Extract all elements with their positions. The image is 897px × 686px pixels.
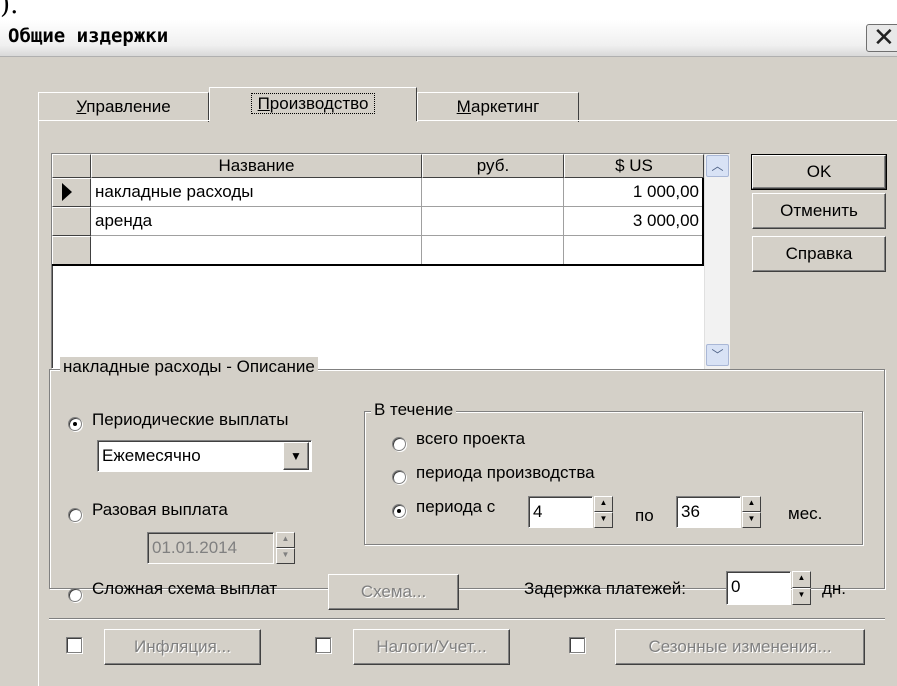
spin-up-icon[interactable]: ▲ [742, 496, 761, 512]
chevron-down-icon: ﹀ [711, 348, 724, 362]
whole-project-label: всего проекта [416, 429, 526, 448]
row-indicator[interactable] [52, 207, 91, 236]
inflation-button[interactable]: Инфляция... [104, 629, 261, 665]
grid-corner [52, 154, 91, 178]
period-from-spinner[interactable]: ▲ ▼ [594, 496, 613, 528]
period-from-value: 4 [533, 502, 543, 521]
complex-scheme-radio[interactable] [68, 588, 82, 602]
spin-up-icon[interactable]: ▲ [276, 532, 295, 548]
cancel-button[interactable]: Отменить [752, 193, 886, 229]
tab-production-mnemonic: П [257, 94, 270, 113]
inflation-checkbox[interactable] [66, 637, 82, 653]
description-legend: накладные расходы - Описание [60, 357, 318, 377]
current-row-arrow-icon [62, 183, 72, 201]
taxes-button[interactable]: Налоги/Учет... [353, 629, 510, 665]
tab-production-focus: Производство [250, 93, 376, 114]
triangle-down-icon: ▼ [290, 449, 302, 463]
during-legend: В течение [371, 400, 457, 420]
taxes-checkbox[interactable] [315, 637, 331, 653]
one-time-date-field[interactable]: 01.01.2014 [147, 532, 274, 564]
seasonal-changes-button[interactable]: Сезонные изменения... [615, 629, 865, 665]
grid-cell-name[interactable]: аренда [91, 207, 422, 236]
tab-marketing-mnemonic: М [456, 97, 472, 116]
row-indicator[interactable] [52, 178, 91, 207]
page-text-fragment: ). [0, 0, 19, 20]
column-header-rub[interactable]: руб. [422, 154, 564, 178]
payment-delay-value: 0 [731, 577, 741, 596]
dialog-window: Общие издержки ✕ Управление Производство… [0, 20, 897, 686]
period-to-value: 36 [681, 502, 700, 521]
production-period-radio[interactable] [392, 470, 406, 484]
spin-up-icon[interactable]: ▲ [792, 571, 811, 588]
scroll-up-button[interactable]: ︿ [706, 155, 729, 177]
scroll-down-button[interactable]: ﹀ [706, 344, 729, 366]
one-time-payment-label: Разовая выплата [92, 500, 228, 519]
close-button[interactable]: ✕ [866, 24, 897, 52]
spin-down-icon[interactable]: ▼ [594, 512, 613, 528]
grid-cell-name[interactable] [91, 236, 422, 265]
periodic-payments-label: Периодические выплаты [92, 410, 289, 429]
grid-cell-usd[interactable]: 3 000,00 [564, 207, 704, 236]
bottom-separator [49, 618, 885, 620]
help-button[interactable]: Справка [752, 236, 886, 272]
grid-cell-name[interactable]: накладные расходы [91, 178, 422, 207]
custom-period-label: периода с [416, 497, 496, 516]
period-to-spinner[interactable]: ▲ ▼ [742, 496, 761, 528]
tab-marketing[interactable]: Маркетинг [417, 92, 579, 122]
period-unit-label: мес. [788, 504, 823, 523]
spin-down-icon[interactable]: ▼ [742, 512, 761, 528]
grid-cell-usd[interactable] [564, 236, 704, 265]
close-icon: ✕ [873, 23, 895, 53]
seasonal-checkbox[interactable] [569, 637, 585, 653]
payment-delay-unit: дн. [822, 579, 847, 598]
payment-delay-field[interactable]: 0 [726, 571, 791, 605]
dialog-title: Общие издержки [8, 25, 169, 47]
title-bar[interactable]: Общие издержки ✕ [0, 20, 897, 57]
custom-period-radio[interactable] [392, 504, 406, 518]
grid-cell-rub[interactable] [422, 178, 564, 207]
period-to-label: по [635, 506, 654, 525]
frequency-select[interactable]: Ежемесячно [97, 440, 312, 472]
tab-management[interactable]: Управление [38, 92, 209, 122]
whole-project-radio[interactable] [392, 437, 406, 451]
tab-production-label: роизводство [269, 94, 369, 113]
spin-down-icon[interactable]: ▼ [792, 588, 811, 605]
payment-delay-spinner[interactable]: ▲ ▼ [792, 571, 811, 605]
period-to-field[interactable]: 36 [676, 496, 741, 528]
row-indicator[interactable] [52, 236, 91, 265]
one-time-date-spinner[interactable]: ▲ ▼ [276, 532, 295, 564]
grid-cell-rub[interactable] [422, 207, 564, 236]
payment-delay-label: Задержка платежей: [524, 579, 687, 598]
spin-up-icon[interactable]: ▲ [594, 496, 613, 512]
grid-rows-end-line [52, 264, 704, 266]
grid-vertical-scrollbar[interactable]: ︿ ﹀ [704, 154, 730, 369]
tab-management-label: правление [86, 97, 171, 116]
tab-production[interactable]: Производство [209, 87, 417, 121]
column-header-name[interactable]: Название [91, 154, 422, 178]
grid-cell-usd[interactable]: 1 000,00 [564, 178, 704, 207]
tab-marketing-label: аркетинг [471, 97, 540, 116]
one-time-payment-radio[interactable] [68, 508, 82, 522]
costs-grid[interactable]: Название руб. $ US накладные расходы 1 0… [51, 153, 730, 369]
one-time-date-value: 01.01.2014 [152, 538, 238, 557]
grid-cell-rub[interactable] [422, 236, 564, 265]
complex-scheme-label: Сложная схема выплат [92, 579, 278, 598]
spin-down-icon[interactable]: ▼ [276, 548, 295, 564]
production-period-label: периода производства [416, 463, 595, 482]
frequency-value: Ежемесячно [102, 446, 201, 465]
tab-management-mnemonic: У [76, 97, 87, 116]
frequency-dropdown-button[interactable]: ▼ [283, 442, 309, 470]
ok-button[interactable]: OK [751, 154, 887, 190]
column-header-usd[interactable]: $ US [564, 154, 704, 178]
period-from-field[interactable]: 4 [528, 496, 593, 528]
periodic-payments-radio[interactable] [68, 417, 82, 431]
chevron-up-icon: ︿ [711, 159, 724, 173]
scheme-button[interactable]: Схема... [328, 574, 459, 610]
